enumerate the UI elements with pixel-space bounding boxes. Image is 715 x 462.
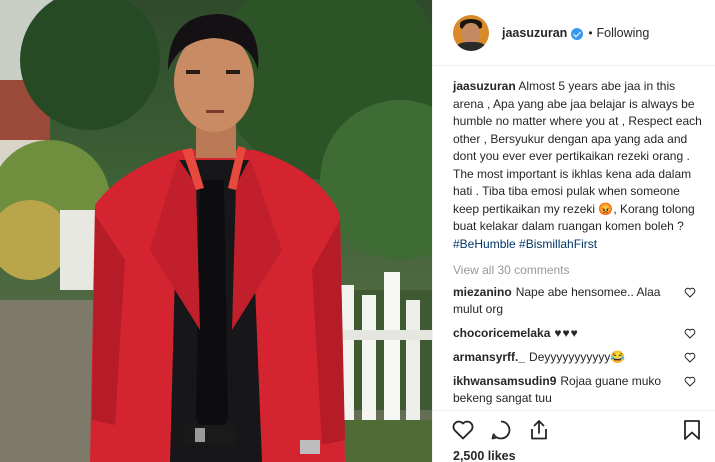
- comments-section[interactable]: jaasuzuran Almost 5 years abe jaa in thi…: [433, 66, 715, 410]
- post-photo[interactable]: [0, 0, 432, 462]
- comment-icon[interactable]: [489, 418, 513, 442]
- hashtag-link[interactable]: #BeHumble: [453, 237, 516, 251]
- action-buttons: [451, 418, 551, 442]
- photo-illustration: [0, 0, 432, 462]
- comment-like-heart-icon[interactable]: [684, 287, 696, 298]
- verified-badge-icon: [571, 27, 584, 40]
- comment-like-heart-icon[interactable]: [684, 376, 696, 387]
- comment-like-heart-icon[interactable]: [684, 328, 696, 339]
- comment-item: miezanino Nape abe hensomee.. Alaa mulut …: [453, 284, 702, 318]
- post-actions-bar: 2,500 likes: [433, 410, 715, 462]
- comment-username[interactable]: armansyrff._: [453, 350, 525, 364]
- comment-username[interactable]: miezanino: [453, 285, 512, 299]
- caption-text: Almost 5 years abe jaa in this arena , A…: [453, 79, 702, 233]
- share-icon[interactable]: [527, 418, 551, 442]
- instagram-post: jaasuzuran • Following jaasuzuran Almost…: [0, 0, 715, 462]
- comment-username[interactable]: chocoricemelaka: [453, 326, 550, 340]
- comment-text: ♥♥♥: [554, 326, 579, 340]
- comment-username[interactable]: ikhwansamsudin9: [453, 374, 556, 388]
- comment-item: ikhwansamsudin9 Rojaa guane muko bekeng s…: [453, 373, 702, 407]
- post-header: jaasuzuran • Following: [433, 0, 715, 66]
- comment-item: armansyrff._ Deyyyyyyyyyyy😂: [453, 349, 702, 366]
- hashtag-link[interactable]: #BismillahFirst: [519, 237, 597, 251]
- avatar[interactable]: [453, 14, 489, 51]
- header-username[interactable]: jaasuzuran: [502, 26, 567, 40]
- heart-icon[interactable]: [451, 418, 475, 442]
- comment-item: chocoricemelaka ♥♥♥: [453, 325, 702, 342]
- post-caption: jaasuzuran Almost 5 years abe jaa in thi…: [453, 78, 702, 253]
- likes-count[interactable]: 2,500 likes: [453, 449, 516, 462]
- view-all-comments-link[interactable]: View all 30 comments: [453, 263, 702, 277]
- save-button[interactable]: [682, 419, 702, 441]
- post-side-panel: jaasuzuran • Following jaasuzuran Almost…: [432, 0, 715, 462]
- comment-like-heart-icon[interactable]: [684, 352, 696, 363]
- following-button[interactable]: Following: [597, 26, 650, 40]
- caption-username[interactable]: jaasuzuran: [453, 79, 516, 93]
- bookmark-icon[interactable]: [682, 419, 702, 441]
- comment-text: Deyyyyyyyyyyy😂: [529, 350, 626, 364]
- separator-dot: •: [588, 25, 593, 40]
